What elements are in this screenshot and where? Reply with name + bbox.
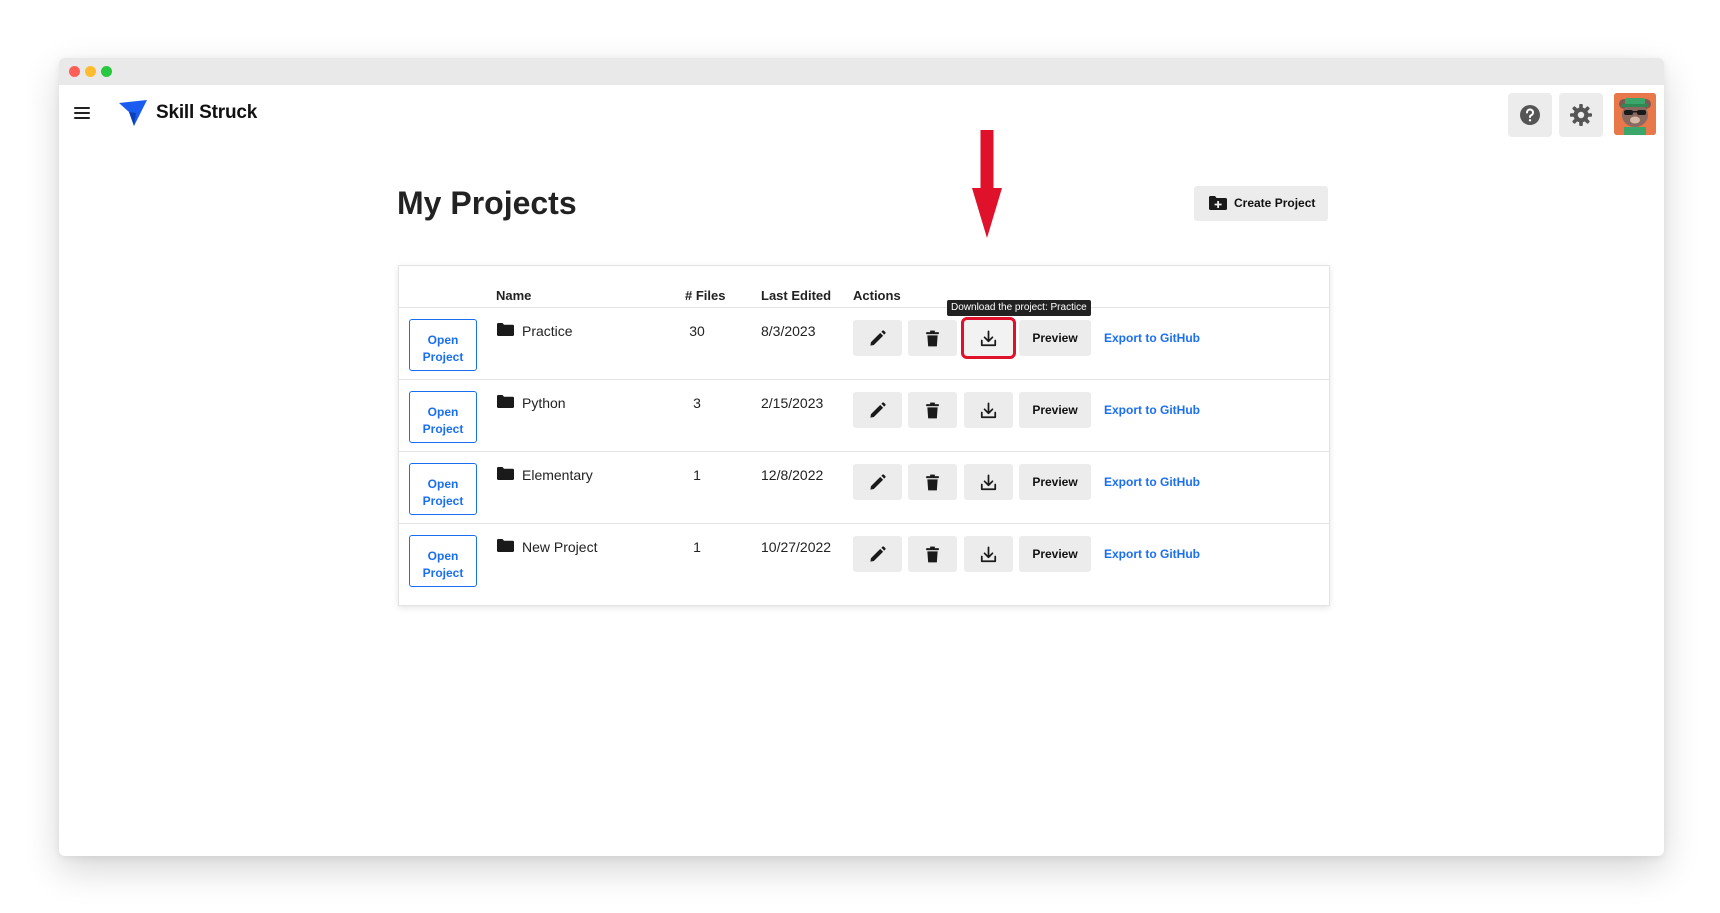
last-edited-date: 12/8/2022 (761, 467, 824, 483)
folder-icon (497, 539, 514, 552)
export-to-github-link[interactable]: Export to GitHub (1104, 547, 1200, 561)
trash-icon (926, 474, 939, 491)
preview-button[interactable]: Preview (1019, 536, 1091, 572)
bear-avatar-icon (1614, 93, 1656, 135)
column-header-last-edited[interactable]: Last Edited (761, 288, 831, 303)
download-button[interactable] (961, 317, 1016, 359)
open-project-button[interactable]: Open Project (409, 535, 477, 587)
download-icon (980, 330, 997, 347)
create-project-label: Create Project (1234, 196, 1316, 210)
file-count: 30 (689, 323, 705, 339)
delete-button[interactable] (908, 320, 957, 356)
table-row: Open Project New Project 1 10/27/2022 Pr… (399, 524, 1329, 596)
download-button[interactable] (964, 536, 1013, 572)
last-edited-date: 2/15/2023 (761, 395, 824, 411)
edit-button[interactable] (853, 464, 902, 500)
close-window-dot[interactable] (69, 66, 80, 77)
project-name: Practice (522, 323, 573, 339)
trash-icon (926, 330, 939, 347)
hamburger-menu-icon[interactable] (74, 106, 92, 120)
export-to-github-link[interactable]: Export to GitHub (1104, 331, 1200, 345)
preview-button[interactable]: Preview (1019, 392, 1091, 428)
gear-icon (1570, 104, 1592, 126)
pencil-icon (870, 402, 886, 418)
download-button[interactable] (964, 392, 1013, 428)
project-name: Python (522, 395, 566, 411)
trash-icon (926, 402, 939, 419)
create-project-button[interactable]: Create Project (1194, 186, 1328, 221)
project-name: Elementary (522, 467, 593, 483)
table-row: Open Project Practice 30 8/3/2023 Previe… (399, 308, 1329, 380)
skill-struck-logo-icon (119, 100, 147, 126)
open-project-button[interactable]: Open Project (409, 391, 477, 443)
user-avatar[interactable] (1614, 93, 1656, 135)
folder-icon (497, 467, 514, 480)
folder-plus-icon (1209, 196, 1227, 210)
edit-button[interactable] (853, 320, 902, 356)
last-edited-date: 8/3/2023 (761, 323, 816, 339)
settings-button[interactable] (1559, 93, 1603, 137)
column-header-actions: Actions (853, 288, 901, 303)
edit-button[interactable] (853, 392, 902, 428)
help-button[interactable] (1508, 93, 1552, 137)
pencil-icon (870, 474, 886, 490)
red-arrow-annotation-icon (972, 130, 1002, 238)
page-title: My Projects (397, 185, 577, 221)
preview-button[interactable]: Preview (1019, 320, 1091, 356)
preview-button[interactable]: Preview (1019, 464, 1091, 500)
file-count: 1 (693, 467, 701, 483)
window-titlebar (59, 58, 1664, 85)
delete-button[interactable] (908, 536, 957, 572)
projects-table: Name # Files Last Edited Actions Open Pr… (398, 265, 1330, 606)
trash-icon (926, 546, 939, 563)
download-icon (980, 402, 997, 419)
browser-window: Skill Struck My Projects Create Project … (59, 58, 1664, 856)
file-count: 3 (693, 395, 701, 411)
download-icon (980, 546, 997, 563)
column-header-files[interactable]: # Files (685, 288, 725, 303)
delete-button[interactable] (908, 464, 957, 500)
open-project-button[interactable]: Open Project (409, 319, 477, 371)
download-button[interactable] (964, 464, 1013, 500)
maximize-window-dot[interactable] (101, 66, 112, 77)
download-icon (980, 474, 997, 491)
table-row: Open Project Elementary 1 12/8/2022 Prev… (399, 452, 1329, 524)
minimize-window-dot[interactable] (85, 66, 96, 77)
folder-icon (497, 395, 514, 408)
pencil-icon (870, 546, 886, 562)
brand-name[interactable]: Skill Struck (156, 102, 257, 124)
folder-icon (497, 323, 514, 336)
pencil-icon (870, 330, 886, 346)
file-count: 1 (693, 539, 701, 555)
export-to-github-link[interactable]: Export to GitHub (1104, 475, 1200, 489)
project-name: New Project (522, 539, 598, 555)
column-header-name[interactable]: Name (496, 288, 531, 303)
download-tooltip: Download the project: Practice (947, 300, 1091, 316)
edit-button[interactable] (853, 536, 902, 572)
export-to-github-link[interactable]: Export to GitHub (1104, 403, 1200, 417)
last-edited-date: 10/27/2022 (761, 539, 832, 555)
question-circle-icon (1520, 105, 1540, 125)
open-project-button[interactable]: Open Project (409, 463, 477, 515)
delete-button[interactable] (908, 392, 957, 428)
table-row: Open Project Python 3 2/15/2023 Preview … (399, 380, 1329, 452)
